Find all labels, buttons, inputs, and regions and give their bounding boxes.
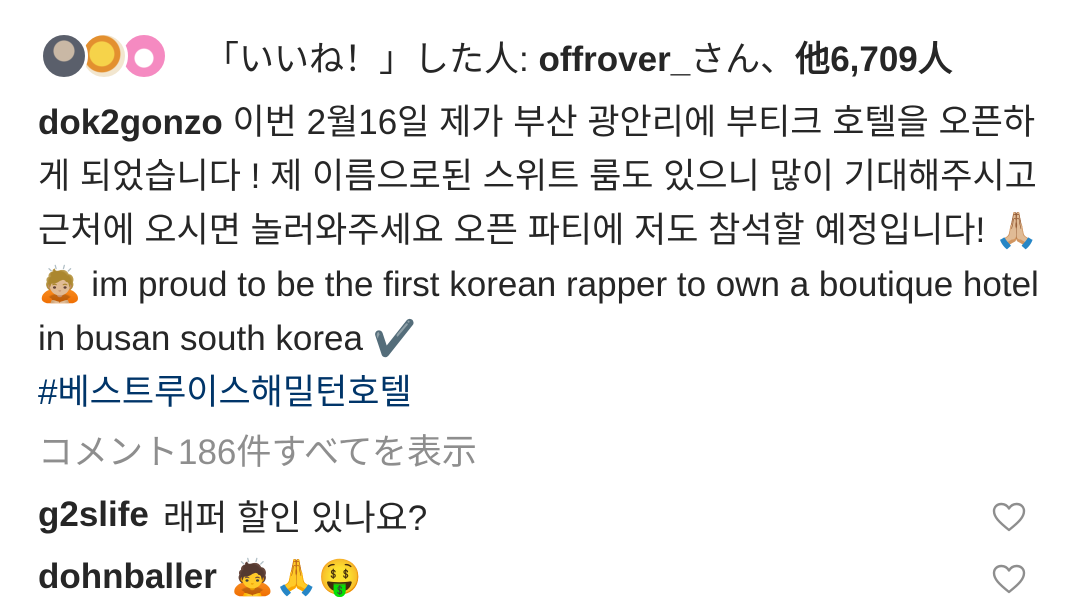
avatar [40,32,88,80]
comment-text: 🙇🙏🤑 [230,557,362,598]
liker-username-link[interactable]: offrover_ [538,40,690,79]
hashtag-link[interactable]: #베스트루이스해밀턴호텔 [38,366,1048,420]
liker-avatars[interactable] [40,26,170,86]
likes-prefix: 「いいね！」した人: [204,39,539,79]
heart-outline-icon[interactable] [992,564,1026,594]
comment-username-link[interactable]: dohnballer [38,557,217,597]
comment-text: 래퍼 할인 있나요? [162,498,428,538]
post-username-link[interactable]: dok2gonzo [38,103,223,142]
view-all-comments-link[interactable]: コメント186件すべてを表示 [38,428,477,478]
comment-item: g2slife 래퍼 할인 있나요? [38,488,1068,542]
heart-outline-icon[interactable] [992,502,1026,532]
comment-username-link[interactable]: g2slife [38,495,149,535]
likes-count-link[interactable]: 他6,709人 [795,40,953,79]
comment-item: dohnballer 🙇🙏🤑 [38,550,1068,604]
post-caption: dok2gonzo 이번 2월16일 제가 부산 광안리에 부티크 호텔을 오픈… [38,96,1048,420]
likes-middle: さん、 [690,39,796,79]
likes-row[interactable]: 「いいね！」した人: offrover_さん、他6,709人 [40,24,953,88]
likes-summary[interactable]: 「いいね！」した人: offrover_さん、他6,709人 [204,31,953,82]
